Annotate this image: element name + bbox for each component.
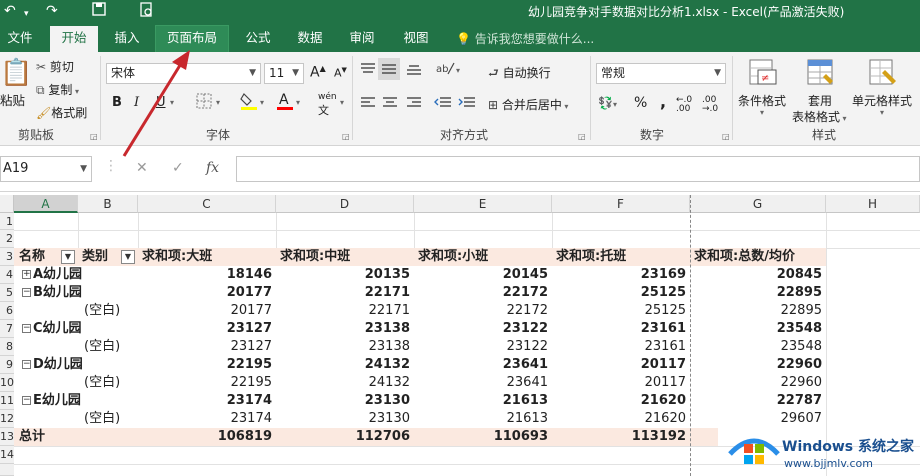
watermark-url: www.bjjmlv.com <box>784 457 873 470</box>
annotation-arrow <box>122 50 190 157</box>
windows-logo-icon <box>728 438 780 464</box>
watermark-text: Windows 系统之家 <box>782 439 914 455</box>
site-watermark: Windows 系统之家 www.bjjmlv.com <box>720 416 920 476</box>
